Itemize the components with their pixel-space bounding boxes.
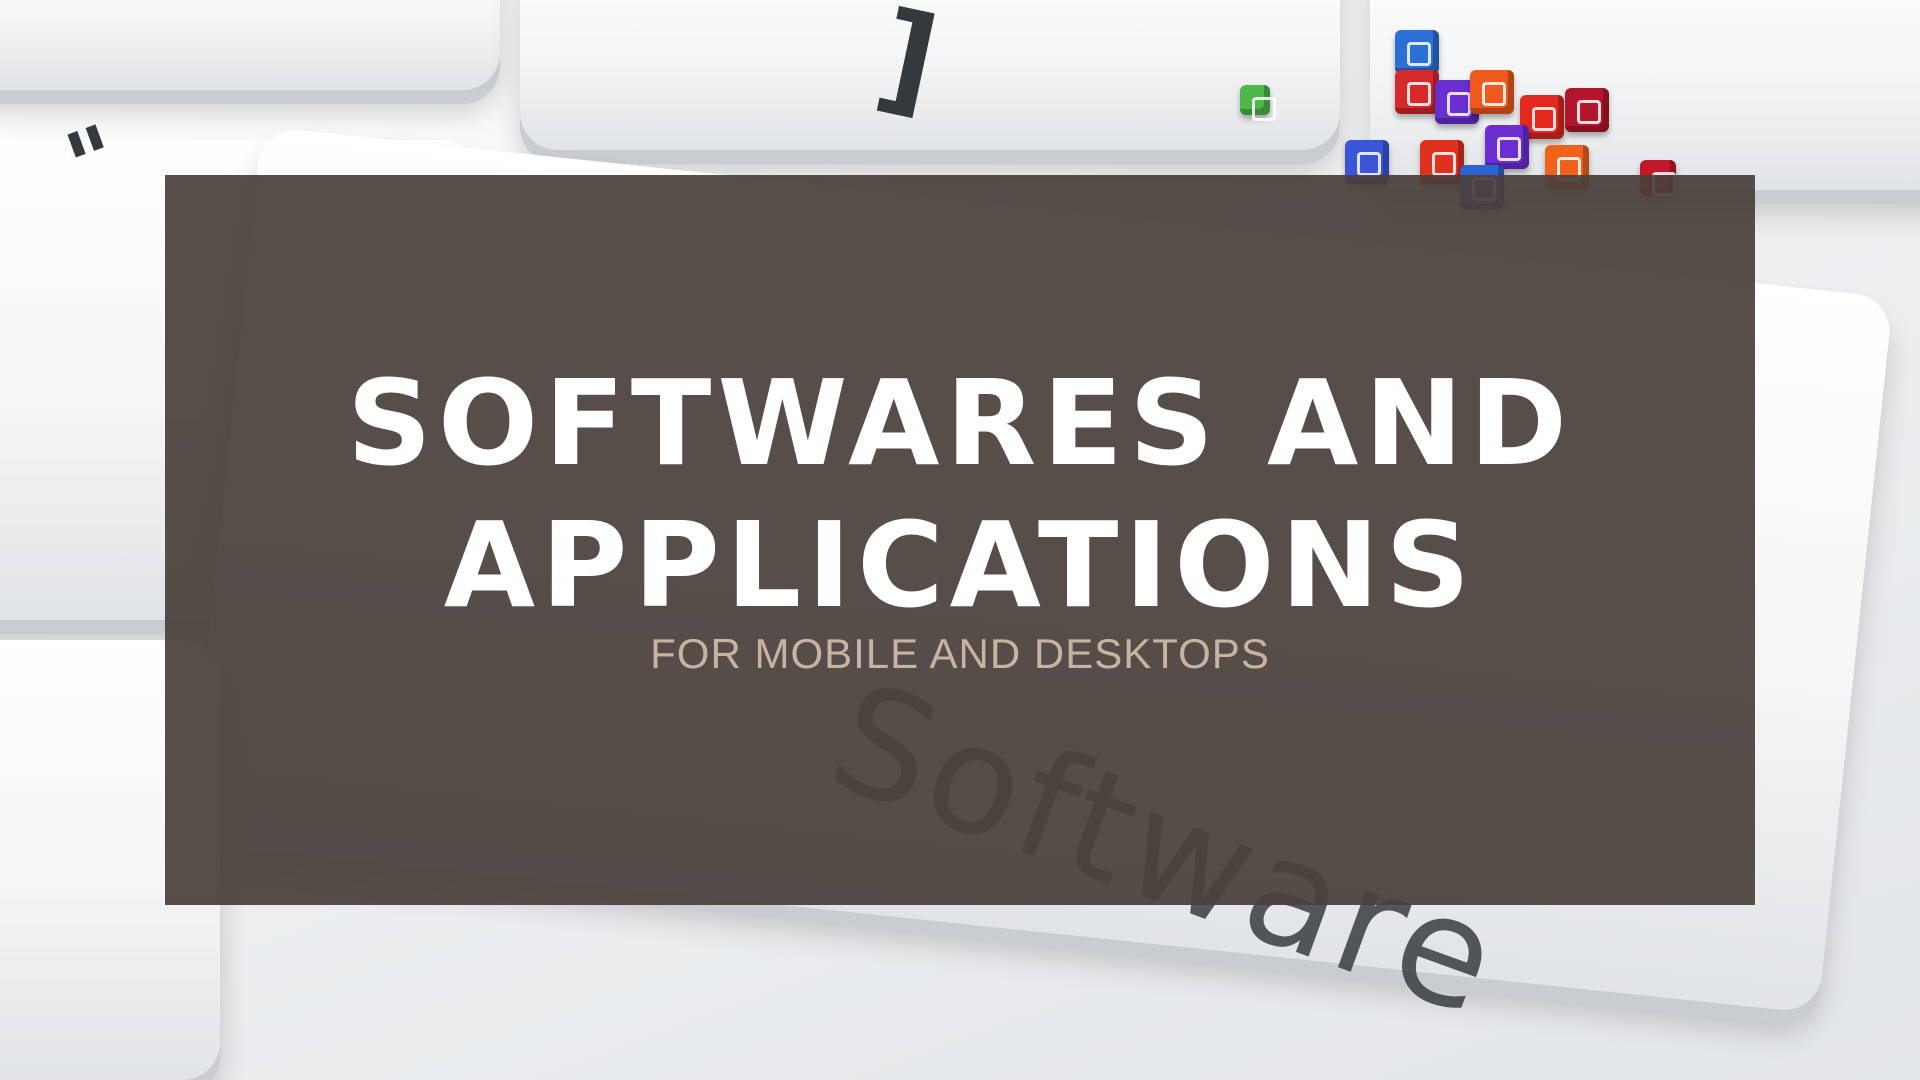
app-cube-icon — [1395, 70, 1439, 114]
app-cube-icon — [1240, 85, 1276, 121]
banner-title-line-2: APPLICATIONS — [443, 496, 1477, 634]
hero-banner: ] " Software SOFTWARES AND APPLICATIONS … — [0, 0, 1920, 1080]
banner-title-line-1: SOFTWARES AND — [346, 354, 1574, 492]
title-overlay-panel: SOFTWARES AND APPLICATIONS FOR MOBILE AN… — [165, 175, 1755, 905]
app-cube-icon — [1470, 70, 1514, 114]
app-cube-icon — [1565, 88, 1609, 132]
keyboard-key-top-left — [0, 0, 500, 90]
banner-subtitle: FOR MOBILE AND DESKTOPS — [650, 630, 1270, 677]
app-cube-icon — [1395, 30, 1439, 74]
app-cube-icon — [1485, 125, 1529, 169]
